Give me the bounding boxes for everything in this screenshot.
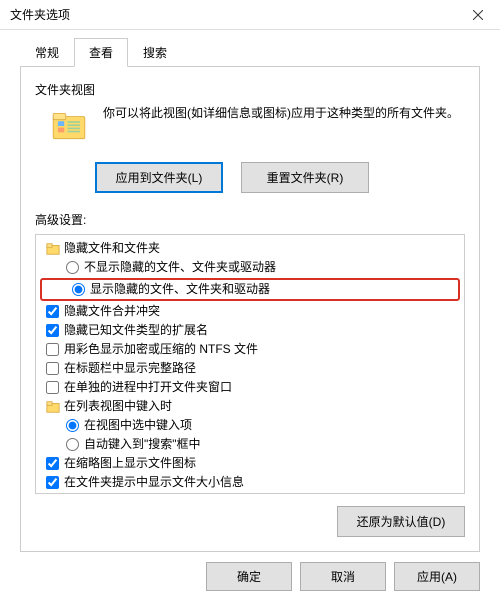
tree-label: 隐藏文件和文件夹 xyxy=(64,239,160,258)
tree-group-typing: 在列表视图中键入时 xyxy=(38,397,462,416)
tree-check-preview[interactable]: 在预览窗格中显示预览控件 xyxy=(38,492,462,494)
tree-check-fullpath[interactable]: 在标题栏中显示完整路径 xyxy=(38,359,462,378)
reset-folders-button[interactable]: 重置文件夹(R) xyxy=(241,162,369,193)
tab-view[interactable]: 查看 xyxy=(74,38,128,67)
checkbox[interactable] xyxy=(46,343,59,356)
tree-check-size[interactable]: 在文件夹提示中显示文件大小信息 xyxy=(38,473,462,492)
window-title: 文件夹选项 xyxy=(10,6,455,23)
tree-label: 在列表视图中键入时 xyxy=(64,397,172,416)
tab-bar: 常规 查看 搜索 xyxy=(20,38,480,67)
tree-radio-auto-search[interactable]: 自动键入到"搜索"框中 xyxy=(38,435,462,454)
tree-check-separate[interactable]: 在单独的进程中打开文件夹窗口 xyxy=(38,378,462,397)
radio-select-typed[interactable] xyxy=(66,419,79,432)
tree-group-hidden: 隐藏文件和文件夹 xyxy=(38,239,462,258)
tree-radio-show[interactable]: 显示隐藏的文件、文件夹和驱动器 xyxy=(44,280,456,299)
checkbox[interactable] xyxy=(46,305,59,318)
tab-panel-view: 文件夹视图 你可以将此视图(如详细信息或图标)应用于这种类型的所有文件夹。 应用… xyxy=(20,67,480,552)
restore-defaults-button[interactable]: 还原为默认值(D) xyxy=(337,506,465,537)
advanced-settings-tree[interactable]: 隐藏文件和文件夹 不显示隐藏的文件、文件夹或驱动器 显示隐藏的文件、文件夹和驱动… xyxy=(35,234,465,494)
tree-check-merge[interactable]: 隐藏文件合并冲突 xyxy=(38,302,462,321)
folder-view-group-label: 文件夹视图 xyxy=(35,81,465,98)
close-button[interactable] xyxy=(455,0,500,30)
folder-view-icon xyxy=(47,104,91,148)
checkbox[interactable] xyxy=(46,457,59,470)
folder-icon xyxy=(46,400,60,414)
highlight-box: 显示隐藏的文件、文件夹和驱动器 xyxy=(40,278,460,301)
tree-check-hide-ext[interactable]: 隐藏已知文件类型的扩展名 xyxy=(38,321,462,340)
advanced-settings-label: 高级设置: xyxy=(35,211,465,228)
tab-general[interactable]: 常规 xyxy=(20,38,74,67)
radio-auto-search[interactable] xyxy=(66,438,79,451)
radio-show[interactable] xyxy=(72,283,85,296)
checkbox[interactable] xyxy=(46,362,59,375)
checkbox[interactable] xyxy=(46,476,59,489)
folder-icon xyxy=(46,242,60,256)
tree-radio-select-typed[interactable]: 在视图中选中键入项 xyxy=(38,416,462,435)
tree-radio-dont-show[interactable]: 不显示隐藏的文件、文件夹或驱动器 xyxy=(38,258,462,277)
cancel-button[interactable]: 取消 xyxy=(300,562,386,591)
checkbox[interactable] xyxy=(46,381,59,394)
tree-check-ntfs[interactable]: 用彩色显示加密或压缩的 NTFS 文件 xyxy=(38,340,462,359)
apply-to-folders-button[interactable]: 应用到文件夹(L) xyxy=(95,162,223,193)
radio-dont-show[interactable] xyxy=(66,261,79,274)
title-bar: 文件夹选项 xyxy=(0,0,500,30)
ok-button[interactable]: 确定 xyxy=(206,562,292,591)
tab-search[interactable]: 搜索 xyxy=(128,38,182,67)
tree-check-thumb[interactable]: 在缩略图上显示文件图标 xyxy=(38,454,462,473)
close-icon xyxy=(473,10,483,20)
apply-button[interactable]: 应用(A) xyxy=(394,562,480,591)
folder-view-description: 你可以将此视图(如详细信息或图标)应用于这种类型的所有文件夹。 xyxy=(103,104,465,148)
dialog-button-bar: 确定 取消 应用(A) xyxy=(0,552,500,601)
checkbox[interactable] xyxy=(46,324,59,337)
